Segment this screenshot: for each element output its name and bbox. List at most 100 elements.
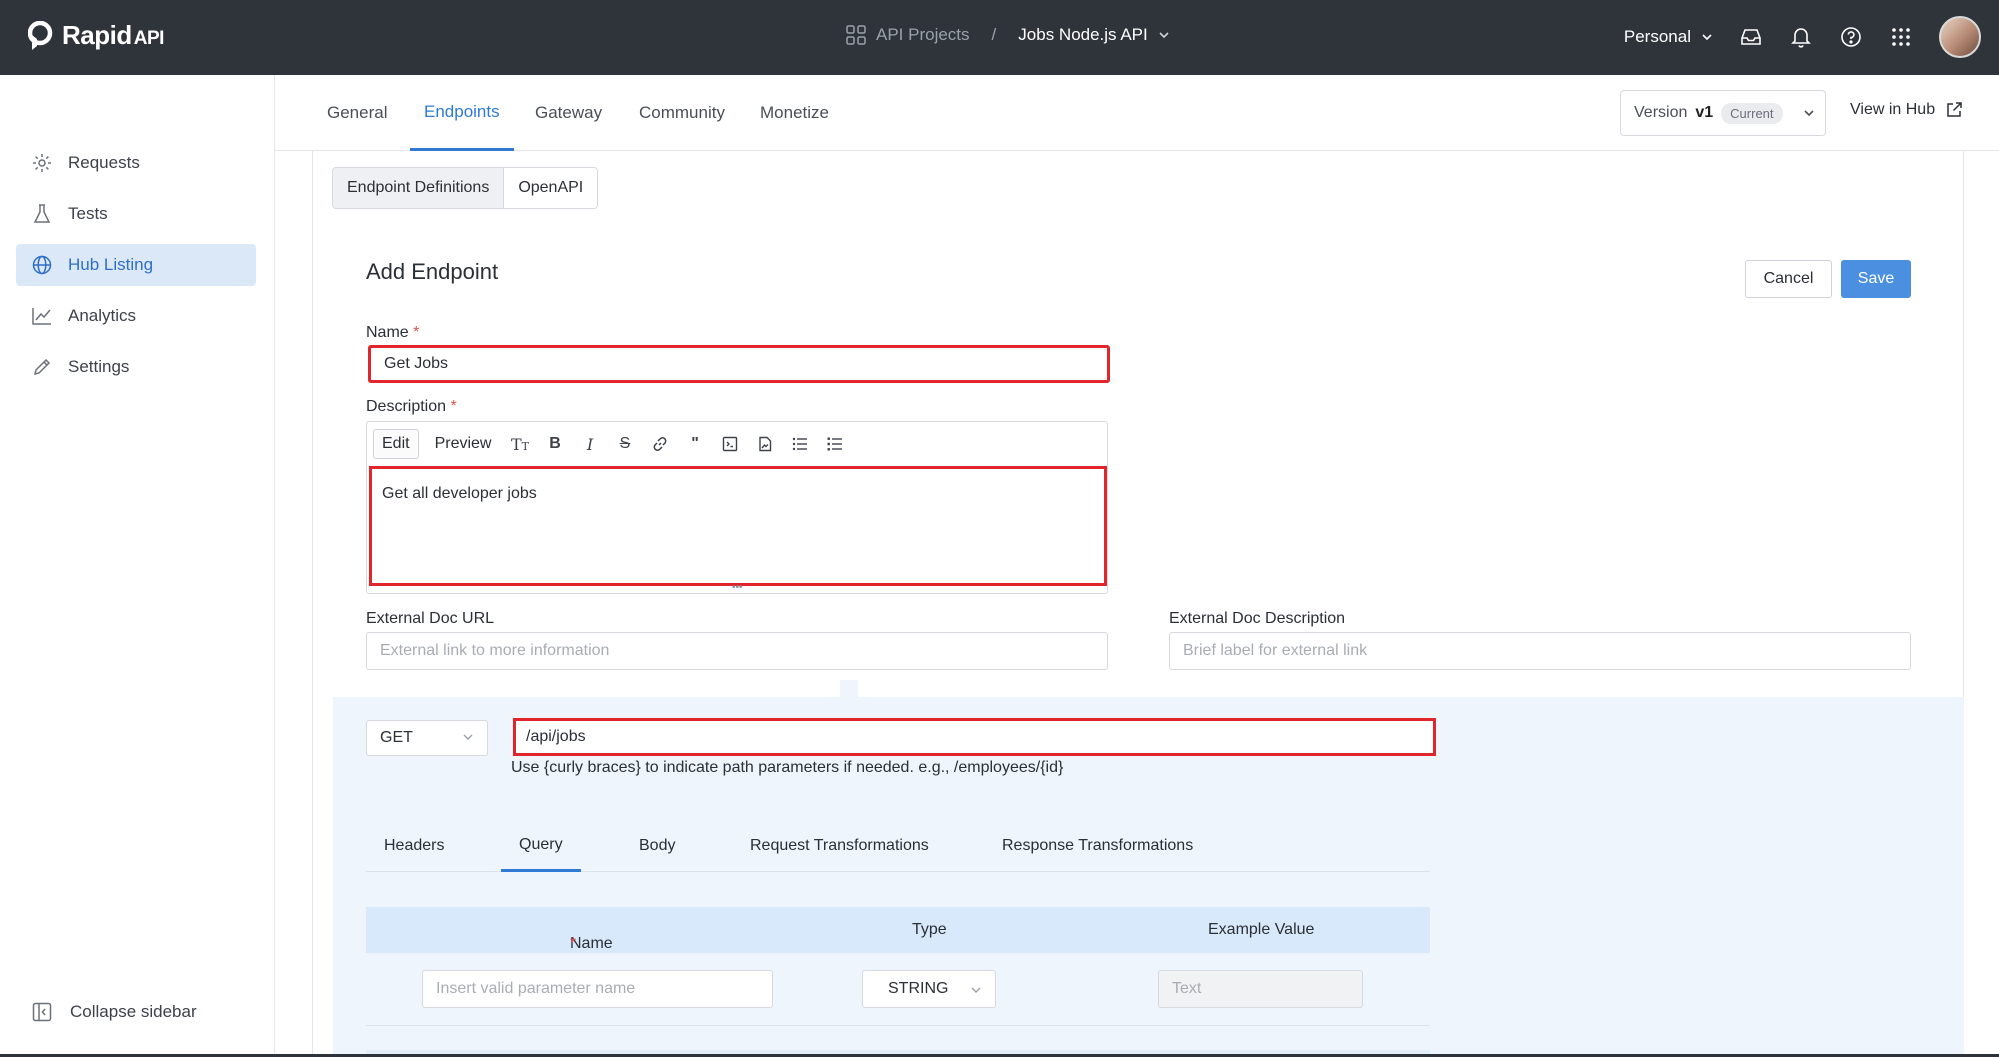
tab-community[interactable]: Community	[639, 75, 725, 151]
path-hint: Use {curly braces} to indicate path para…	[511, 759, 1064, 776]
save-button[interactable]: Save	[1841, 260, 1911, 298]
external-doc-description-input[interactable]: Brief label for external link	[1169, 632, 1911, 670]
chart-icon	[32, 308, 51, 325]
breadcrumb: API Projects / Jobs Node.js API	[846, 25, 1170, 45]
collapse-sidebar-icon	[32, 1002, 52, 1022]
tab-general[interactable]: General	[327, 75, 387, 151]
sidebar-item-settings[interactable]: Settings	[16, 346, 256, 388]
rapidapi-logo-icon	[28, 20, 53, 50]
apps-grid-icon[interactable]	[1889, 25, 1913, 49]
sidebar-item-label: Tests	[68, 204, 108, 223]
external-link-icon	[1947, 102, 1962, 117]
tab-endpoints[interactable]: Endpoints	[410, 75, 514, 151]
sidebar-item-label: Analytics	[68, 306, 137, 325]
workspace-label: Personal	[1623, 27, 1691, 46]
avatar[interactable]	[1939, 16, 1981, 58]
tab-gateway[interactable]: Gateway	[535, 75, 602, 151]
breadcrumb-api-projects[interactable]: API Projects	[846, 25, 970, 45]
cancel-button[interactable]: Cancel	[1745, 260, 1832, 298]
grid-icon	[846, 25, 866, 45]
tab-headers[interactable]: Headers	[384, 820, 444, 872]
collapse-sidebar-label: Collapse sidebar	[70, 1002, 197, 1021]
tab-openapi[interactable]: OpenAPI	[504, 168, 598, 208]
chevron-down-icon	[1702, 34, 1712, 41]
table-row-divider	[366, 1025, 1430, 1026]
external-doc-description-label: External Doc Description	[1169, 610, 1346, 627]
preview-mode-button[interactable]: Preview	[429, 430, 498, 458]
breadcrumb-separator: /	[991, 25, 997, 44]
chevron-down-icon	[971, 987, 981, 993]
strikethrough-icon[interactable]: S	[612, 433, 637, 455]
help-icon[interactable]	[1839, 25, 1863, 49]
tab-response-transformations[interactable]: Response Transformations	[1002, 820, 1193, 872]
bold-icon[interactable]: B	[542, 433, 567, 455]
page-title: Add Endpoint	[366, 259, 499, 284]
tab-request-transformations[interactable]: Request Transformations	[750, 820, 929, 872]
top-right-controls: Personal	[1624, 16, 1981, 58]
http-method-select[interactable]: GET	[366, 720, 488, 756]
sidebar-item-hub-listing[interactable]: Hub Listing	[16, 244, 256, 286]
workspace-selector[interactable]: Personal	[1624, 27, 1713, 47]
top-bar: Rapid API API Projects / Jobs Node.js API…	[0, 0, 1999, 75]
name-input[interactable]: Get Jobs	[368, 345, 1110, 383]
breadcrumb-current-label: Jobs Node.js API	[1018, 25, 1148, 44]
globe-icon	[32, 255, 52, 275]
breadcrumb-current-api[interactable]: Jobs Node.js API	[1018, 25, 1169, 45]
sidebar-item-tests[interactable]: Tests	[16, 193, 256, 235]
sidebar-item-requests[interactable]: Requests	[16, 142, 256, 184]
inbox-icon[interactable]	[1739, 25, 1763, 49]
http-method-value: GET	[380, 729, 413, 746]
view-in-hub-link[interactable]: View in Hub	[1850, 101, 1963, 119]
sidebar-item-label: Hub Listing	[68, 255, 154, 274]
sidebar-item-analytics[interactable]: Analytics	[16, 295, 256, 337]
bell-icon[interactable]	[1789, 25, 1813, 49]
chevron-down-icon	[1159, 32, 1169, 39]
description-editor: Edit Preview TT B I S " Get all develope…	[366, 421, 1108, 594]
definition-mode-toggle: Endpoint Definitions OpenAPI	[332, 167, 599, 209]
parameter-example-input[interactable]: Text	[1158, 970, 1363, 1008]
resize-handle[interactable]: •••	[732, 582, 743, 593]
tab-body[interactable]: Body	[639, 820, 675, 872]
tab-query[interactable]: Query	[501, 820, 581, 872]
text-size-icon[interactable]: TT	[507, 433, 532, 455]
version-badge: Current	[1721, 102, 1783, 124]
bullet-list-icon[interactable]	[787, 433, 812, 455]
chevron-down-icon	[1803, 110, 1814, 117]
chevron-down-icon	[463, 734, 473, 740]
edit-mode-button[interactable]: Edit	[373, 429, 419, 459]
breadcrumb-projects-label: API Projects	[876, 25, 970, 44]
endpoint-path-input[interactable]: /api/jobs	[513, 718, 1436, 756]
rapidapi-logo[interactable]: Rapid API	[28, 20, 164, 51]
editor-toolbar: Edit Preview TT B I S "	[367, 422, 1107, 466]
collapse-sidebar-button[interactable]: Collapse sidebar	[32, 1002, 197, 1022]
tab-monetize[interactable]: Monetize	[760, 75, 829, 151]
tab-endpoint-definitions[interactable]: Endpoint Definitions	[333, 168, 505, 208]
column-type-header: Type	[912, 921, 947, 938]
parameter-type-value: STRING	[888, 980, 949, 997]
italic-icon[interactable]: I	[577, 433, 602, 455]
parameter-type-select[interactable]: STRING	[862, 970, 996, 1008]
column-example-header: Example Value	[1208, 921, 1315, 938]
image-file-icon[interactable]	[752, 433, 777, 455]
sidebar-item-label: Settings	[68, 357, 130, 376]
version-value: v1	[1695, 104, 1714, 121]
quote-icon[interactable]: "	[682, 433, 707, 455]
version-prefix: Version	[1634, 104, 1688, 121]
description-textarea[interactable]: Get all developer jobs	[369, 466, 1107, 586]
external-doc-url-label: External Doc URL	[366, 610, 495, 627]
link-icon[interactable]	[647, 433, 672, 455]
parameter-name-input[interactable]: Insert valid parameter name	[422, 970, 773, 1008]
pencil-icon	[33, 358, 51, 376]
section-connector	[840, 680, 858, 698]
requests-icon	[33, 154, 51, 172]
external-doc-url-input[interactable]: External link to more information	[366, 632, 1108, 670]
parameter-tabs: Headers Query Body Request Transformatio…	[366, 820, 1430, 872]
parameter-table-header: Name * Type Example Value	[366, 907, 1430, 953]
version-selector[interactable]: Version v1 Current	[1620, 90, 1826, 136]
sidebar-item-label: Requests	[68, 153, 140, 172]
logo-text: Rapid API	[62, 20, 164, 50]
code-icon[interactable]	[717, 433, 742, 455]
numbered-list-icon[interactable]	[822, 433, 847, 455]
view-in-hub-label: View in Hub	[1850, 101, 1936, 118]
description-label: Description *	[366, 398, 457, 415]
